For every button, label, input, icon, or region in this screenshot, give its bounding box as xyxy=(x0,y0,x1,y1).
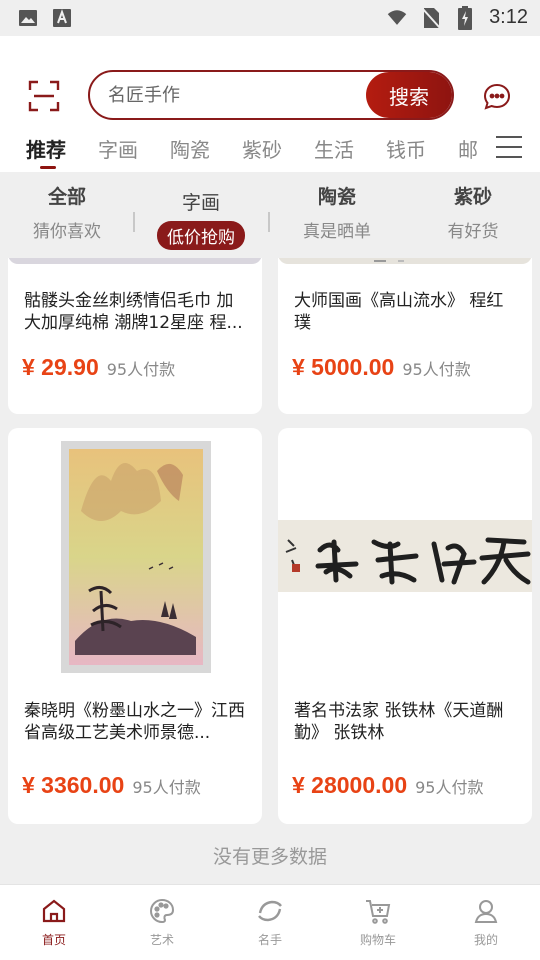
search-bar: 搜索 xyxy=(88,70,454,120)
price-row: ¥ 3360.00 95人付款 xyxy=(22,772,201,799)
price-row: ¥ 5000.00 95人付款 xyxy=(292,354,471,381)
product-title: 著名书法家 张铁林《天道酬勤》 张铁林 xyxy=(294,701,504,743)
product-price: ¥ 28000.00 xyxy=(292,772,408,798)
cart-icon xyxy=(364,897,392,925)
status-right: 3:12 xyxy=(387,5,528,30)
nav-home[interactable]: 首页 xyxy=(14,897,94,948)
product-title: 大师国画《高山流水》 程红璞 xyxy=(294,291,504,333)
app-notification-icon xyxy=(52,8,72,28)
subcat-title: 陶瓷 xyxy=(317,186,356,208)
product-image xyxy=(278,520,532,592)
nav-label: 名手 xyxy=(257,933,282,947)
subcat-ceramics[interactable]: 陶瓷 真是晒单 xyxy=(272,182,402,242)
user-icon xyxy=(472,897,500,925)
wifi-icon xyxy=(387,8,407,28)
tab-stamps[interactable]: 邮 xyxy=(458,134,478,163)
scan-icon[interactable] xyxy=(28,80,60,112)
product-image xyxy=(278,258,532,264)
tab-indicator xyxy=(40,166,56,169)
price-row: ¥ 28000.00 95人付款 xyxy=(292,772,484,799)
product-card[interactable]: 大师国画《高山流水》 程红璞 ¥ 5000.00 95人付款 xyxy=(278,258,532,414)
gallery-notification-icon xyxy=(18,8,38,28)
header: 搜索 推荐 字画 陶瓷 紫砂 生活 钱币 邮 xyxy=(0,36,540,172)
tab-recommend[interactable]: 推荐 xyxy=(26,134,66,163)
bottom-nav: 首页 艺术 名手 购物车 我的 xyxy=(0,884,540,960)
product-sales: 95人付款 xyxy=(415,778,484,797)
palette-icon xyxy=(148,897,176,925)
nav-profile[interactable]: 我的 xyxy=(446,897,526,948)
product-price: ¥ 5000.00 xyxy=(292,354,395,380)
subcategory-bar: 全部 猜你喜欢 字画 低价抢购 陶瓷 真是晒单 紫砂 有好货 xyxy=(0,172,540,258)
nav-masters[interactable]: 名手 xyxy=(230,897,310,948)
product-image xyxy=(61,441,211,673)
status-bar: 3:12 xyxy=(0,0,540,36)
tab-lifestyle[interactable]: 生活 xyxy=(314,134,354,163)
menu-icon[interactable] xyxy=(496,136,522,160)
clock-time: 3:12 xyxy=(489,6,528,28)
product-card[interactable]: 骷髅头金丝刺绣情侣毛巾 加大加厚纯棉 潮牌12星座 程... ¥ 29.90 9… xyxy=(8,258,262,414)
price-row: ¥ 29.90 95人付款 xyxy=(22,354,175,381)
product-card[interactable]: 著名书法家 张铁林《天道酬勤》 张铁林 ¥ 28000.00 95人付款 xyxy=(278,428,532,824)
product-title: 骷髅头金丝刺绣情侣毛巾 加大加厚纯棉 潮牌12星座 程... xyxy=(24,291,243,333)
product-sales: 95人付款 xyxy=(132,778,201,797)
search-input[interactable] xyxy=(108,72,368,118)
subcat-subtitle: 真是晒单 xyxy=(303,222,371,242)
nav-label: 艺术 xyxy=(149,933,174,947)
subcat-zisha[interactable]: 紫砂 有好货 xyxy=(408,182,538,242)
nav-art[interactable]: 艺术 xyxy=(122,897,202,948)
nav-label: 我的 xyxy=(473,933,498,947)
battery-charging-icon xyxy=(455,5,475,30)
product-feed: 骷髅头金丝刺绣情侣毛巾 加大加厚纯棉 潮牌12星座 程... ¥ 29.90 9… xyxy=(0,258,540,884)
product-sales: 95人付款 xyxy=(402,360,471,379)
status-left xyxy=(18,8,72,28)
subcat-title: 字画 xyxy=(181,192,220,214)
product-price: ¥ 3360.00 xyxy=(22,772,125,798)
subcat-subtitle: 有好货 xyxy=(447,222,499,242)
tab-calligraphy[interactable]: 字画 xyxy=(98,134,138,163)
subcat-calligraphy[interactable]: 字画 低价抢购 xyxy=(136,188,266,250)
no-more-data-text: 没有更多数据 xyxy=(212,846,327,868)
message-icon[interactable] xyxy=(482,82,512,112)
no-sim-icon xyxy=(421,6,441,29)
subcat-title: 紫砂 xyxy=(453,186,492,208)
tab-coins[interactable]: 钱币 xyxy=(386,134,426,163)
product-card[interactable]: 秦晓明《粉墨山水之一》江西省高级工艺美术师景德... ¥ 3360.00 95人… xyxy=(8,428,262,824)
nav-label: 购物车 xyxy=(359,933,396,947)
product-image xyxy=(8,258,262,264)
masters-logo-icon xyxy=(256,897,284,925)
product-price: ¥ 29.90 xyxy=(22,354,99,380)
subcat-subtitle: 猜你喜欢 xyxy=(33,222,101,242)
divider xyxy=(268,212,270,232)
subcat-subtitle-active: 低价抢购 xyxy=(157,221,245,250)
search-button[interactable]: 搜索 xyxy=(366,72,452,118)
nav-cart[interactable]: 购物车 xyxy=(338,897,418,948)
category-tabs: 推荐 字画 陶瓷 紫砂 生活 钱币 邮 xyxy=(0,132,540,172)
subcat-all[interactable]: 全部 猜你喜欢 xyxy=(2,182,132,242)
tab-ceramics[interactable]: 陶瓷 xyxy=(170,134,210,163)
subcat-title: 全部 xyxy=(47,186,86,208)
home-icon xyxy=(40,897,68,925)
tab-zisha[interactable]: 紫砂 xyxy=(242,134,282,163)
divider xyxy=(133,212,135,232)
product-sales: 95人付款 xyxy=(106,360,176,379)
product-title: 秦晓明《粉墨山水之一》江西省高级工艺美术师景德... xyxy=(24,701,245,743)
nav-label: 首页 xyxy=(41,933,66,947)
